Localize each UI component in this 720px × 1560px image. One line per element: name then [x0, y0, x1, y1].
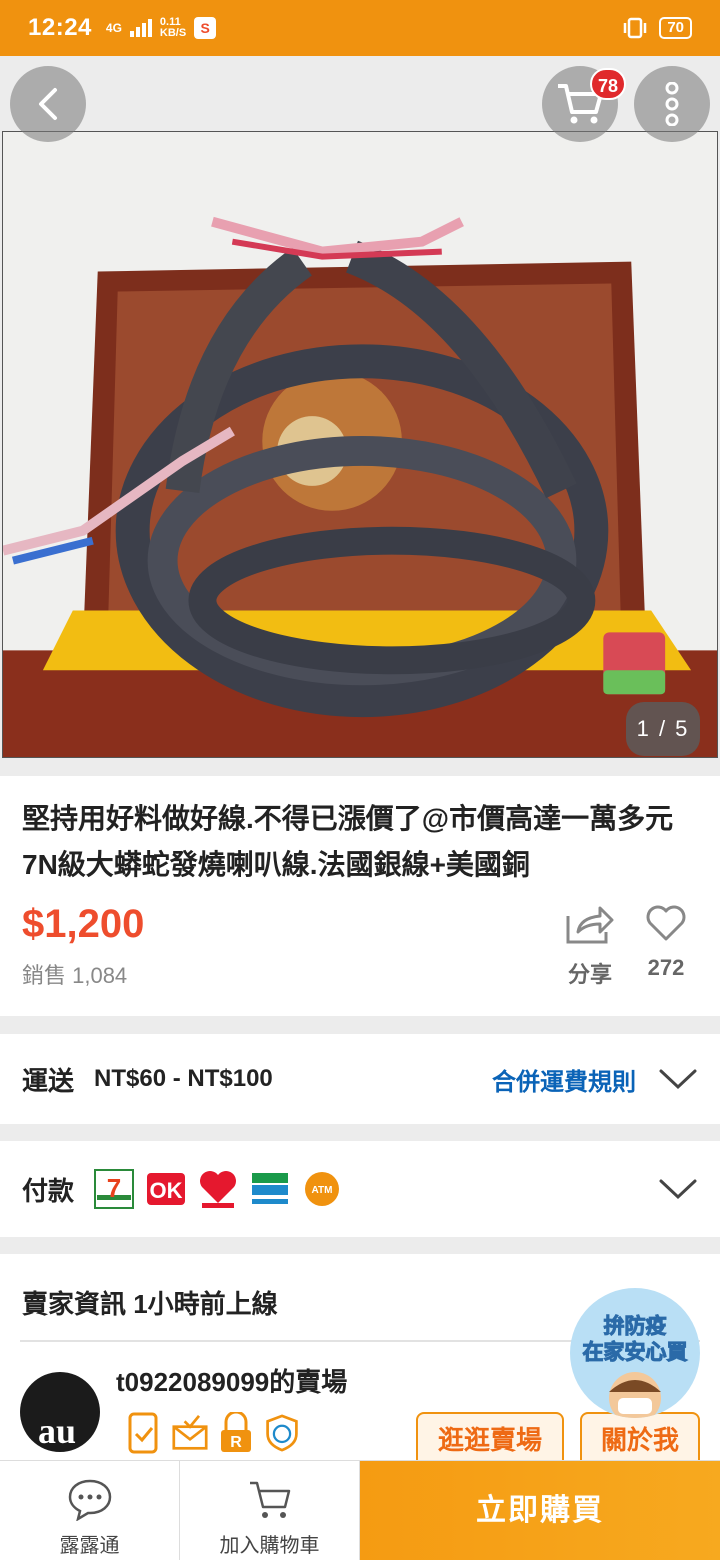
seller-heading: 賣家資訊 1小時前上線 [22, 1289, 278, 1319]
chat-button[interactable]: 露露通 [0, 1461, 180, 1560]
more-options-button[interactable] [634, 66, 710, 142]
svg-text:7: 7 [107, 1173, 121, 1203]
battery-indicator: 70 [659, 17, 692, 39]
buy-now-button[interactable]: 立即購買 [360, 1461, 720, 1560]
cart-icon [249, 1481, 290, 1518]
payment-methods: 7 OK ATM [94, 1169, 342, 1209]
phone-verified-icon [128, 1412, 158, 1454]
masked-person-icon [609, 1372, 661, 1418]
shield-icon [266, 1414, 298, 1452]
payment-label: 付款 [22, 1175, 75, 1206]
familymart-icon [250, 1169, 290, 1209]
cart-count-badge: 78 [590, 68, 626, 100]
ok-mart-icon: OK [146, 1169, 186, 1209]
chevron-down-icon[interactable] [658, 1067, 698, 1091]
seven-eleven-icon: 7 [94, 1169, 135, 1209]
product-gallery[interactable]: 78 1 / 5 [0, 56, 720, 776]
product-title: 堅持用好料做好線.不得已漲價了@市價高達一萬多元7N級大蟒蛇發燒喇叭線.法國銀線… [22, 803, 674, 880]
shipping-row[interactable]: 運送 NT$60 - NT$100 合併運費規則 [0, 1034, 720, 1124]
payment-row[interactable]: 付款 7 OK ATM [0, 1141, 720, 1237]
product-photo [3, 132, 717, 757]
add-to-cart-button[interactable]: 加入購物車 [180, 1461, 360, 1560]
shipping-label: 運送 [22, 1065, 75, 1096]
back-button[interactable] [10, 66, 86, 142]
status-right: 70 [621, 17, 692, 39]
chat-label: 露露通 [59, 1535, 120, 1557]
status-time: 12:24 [28, 14, 92, 41]
share-label: 分享 [567, 962, 612, 987]
like-button[interactable]: 272 [636, 904, 696, 981]
more-vertical-icon [665, 82, 679, 126]
product-price: $1,200 [22, 902, 145, 946]
svg-text:ATM: ATM [312, 1185, 333, 1196]
chevron-down-icon[interactable] [658, 1177, 698, 1201]
hilife-icon [198, 1169, 238, 1209]
shipping-rule-link[interactable]: 合併運費規則 [492, 1062, 636, 1097]
seller-badges: R [126, 1412, 300, 1454]
svg-text:R: R [230, 1434, 242, 1451]
cart-button[interactable]: 78 [542, 66, 626, 142]
seller-avatar[interactable]: au [20, 1372, 100, 1452]
status-bar: 12:24 4G 0.11 KB/S S 70 [0, 0, 720, 56]
chat-bubble-icon [68, 1479, 111, 1521]
like-count: 272 [647, 955, 685, 980]
lock-r-icon: R [221, 1412, 251, 1452]
promo-line-2: 在家安心買 [582, 1341, 688, 1365]
image-page-counter: 1 / 5 [626, 702, 700, 756]
share-button[interactable]: 分享 [560, 904, 620, 989]
status-icons: 4G 0.11 KB/S S [105, 16, 217, 39]
heart-icon [646, 905, 686, 941]
share-icon [566, 906, 614, 944]
sold-count: 銷售 1,084 [22, 963, 128, 988]
add-to-cart-label: 加入購物車 [219, 1535, 320, 1557]
network-type: 4G [105, 21, 122, 35]
signal-icon [129, 19, 152, 37]
bottom-action-bar: 露露通 加入購物車 立即購買 [0, 1460, 720, 1560]
product-info-panel: 堅持用好料做好線.不得已漲價了@市價高達一萬多元7N級大蟒蛇發燒喇叭線.法國銀線… [0, 776, 720, 1016]
svg-text:OK: OK [150, 1178, 183, 1203]
vibrate-icon [624, 17, 647, 39]
network-speed: 0.11 KB/S [159, 16, 187, 39]
atm-icon: ATM [302, 1169, 342, 1209]
shipping-fee: NT$60 - NT$100 [94, 1065, 273, 1092]
shopee-notification-icon: S [194, 17, 217, 39]
email-verified-icon [172, 1415, 208, 1450]
seller-name[interactable]: t0922089099的賣場 [116, 1362, 347, 1399]
chevron-left-icon [39, 88, 57, 120]
product-image[interactable] [2, 131, 718, 758]
promo-badge[interactable]: 拚防疫 在家安心買 [570, 1288, 700, 1418]
